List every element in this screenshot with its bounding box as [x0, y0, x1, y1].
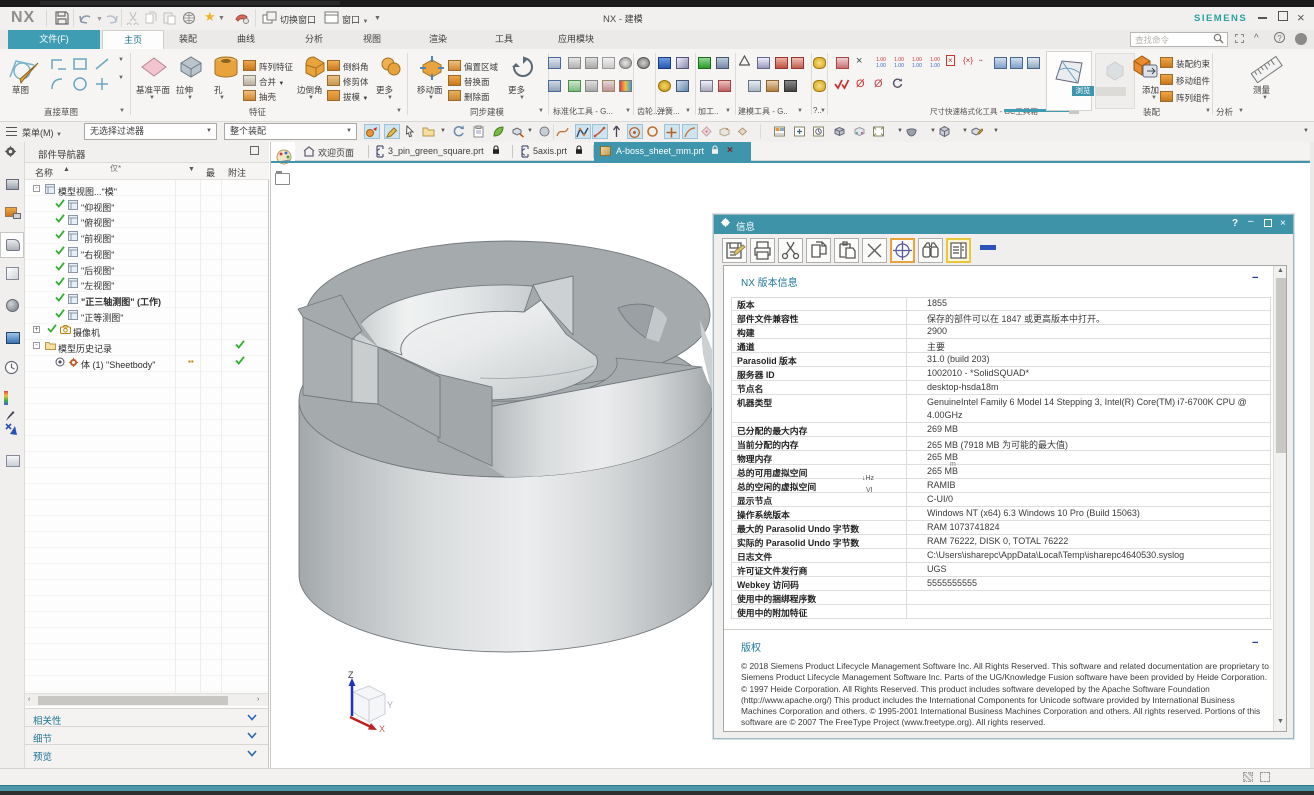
- svg-text:Y: Y: [387, 700, 393, 710]
- svg-text:X: X: [379, 724, 385, 732]
- svg-text:Z: Z: [348, 670, 354, 680]
